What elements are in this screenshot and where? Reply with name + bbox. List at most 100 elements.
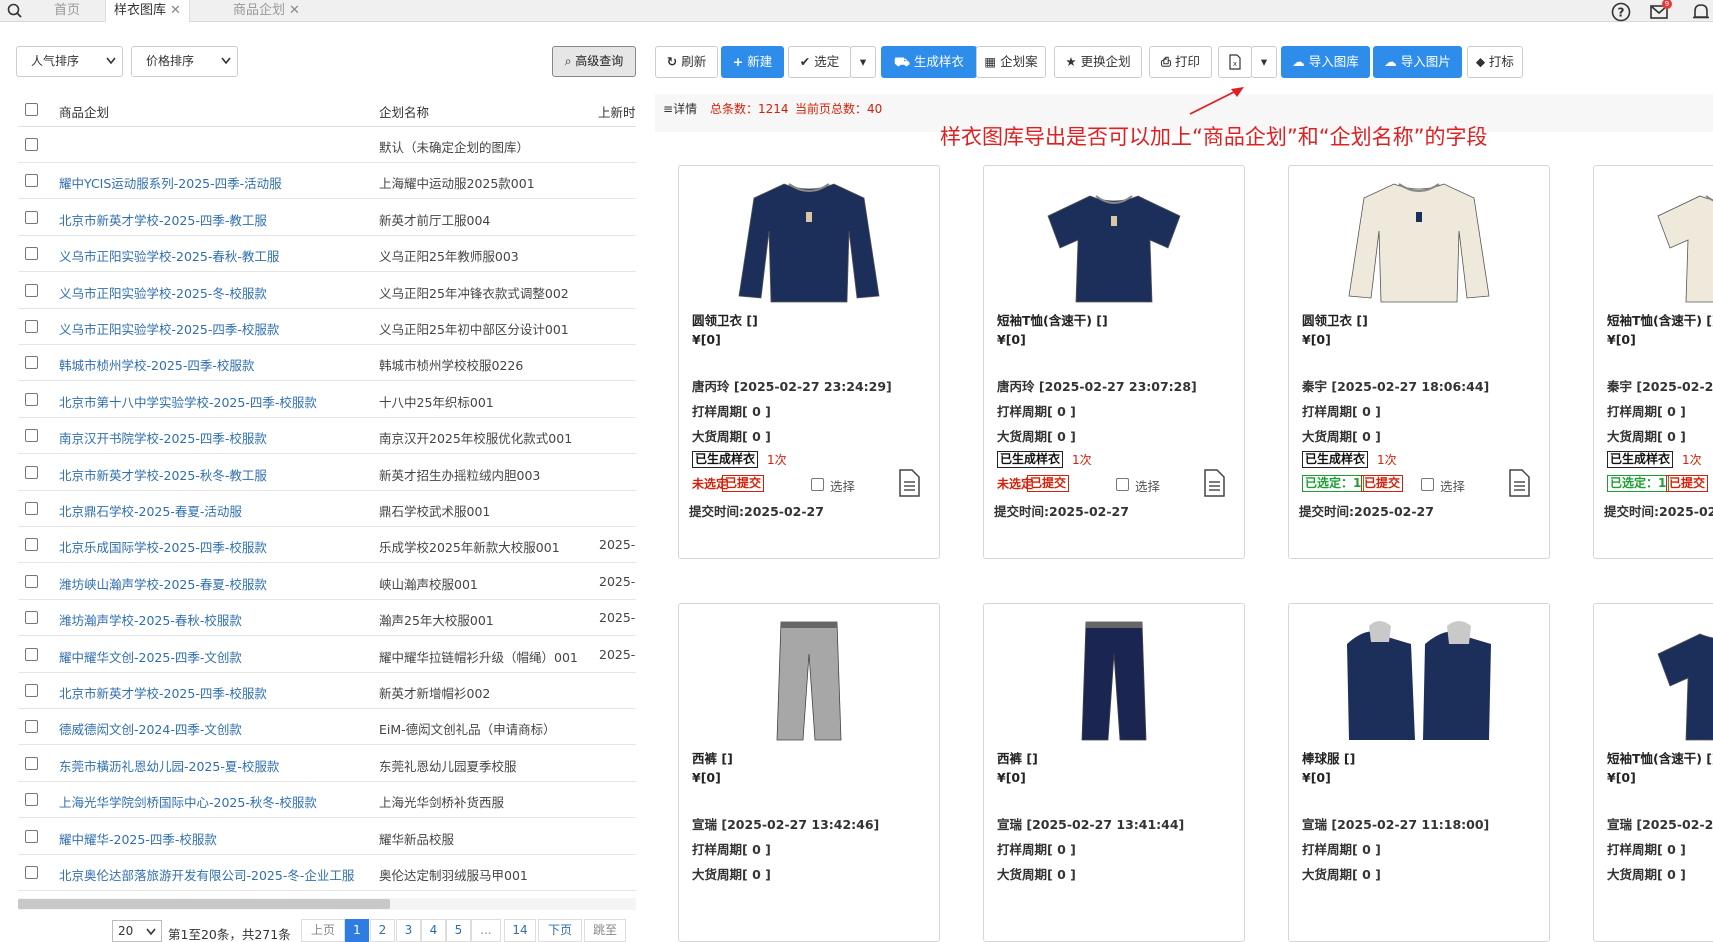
table-row[interactable]: 北京市新英才学校-2025-四季-校服款 新英才新增帽衫002 [18, 673, 636, 709]
document-icon[interactable] [1202, 469, 1226, 497]
sample-card[interactable]: 西裤 [] ¥[0] 宣瑞 [2025-02-27 13:42:46] 打样周期[ 0… [678, 603, 940, 942]
cell-plan[interactable]: 北京市新英才学校-2025-秋冬-教工服 [59, 465, 379, 484]
cell-plan[interactable]: 耀中YCIS运动服系列-2025-四季-活动服 [59, 173, 379, 192]
sample-card[interactable]: 短袖T恤(含速干) [] ¥[0] 宣瑞 [2025-02-27 打样周期[ 0 ] 大… [1593, 603, 1713, 942]
print-button[interactable]: ⎙ 打印 [1149, 46, 1212, 78]
row-checkbox[interactable] [25, 429, 38, 443]
cell-plan[interactable]: 潍坊峡山瀚声学校-2025-春夏-校服款 [59, 574, 379, 593]
table-row[interactable]: 北京市新英才学校-2025-四季-教工服 新英才前厅工服004 [18, 200, 636, 236]
cell-plan[interactable]: 北京市第十八中学实验学校-2025-四季-校服款 [59, 392, 379, 411]
row-checkbox[interactable] [25, 538, 38, 552]
cell-plan[interactable]: 南京汉开书院学校-2025-四季-校服款 [59, 428, 379, 447]
table-row[interactable]: 默认（未确定企划的图库） [18, 127, 636, 163]
column-header-name[interactable]: 企划名称 [379, 102, 429, 121]
garment-image[interactable] [729, 614, 889, 742]
cell-plan[interactable]: 北京奥伦达部落旅游开发有限公司-2025-冬-企业工服 [59, 865, 379, 884]
page-number-button[interactable]: 3 [396, 919, 421, 942]
import-gallery-button[interactable]: ☁ 导入图库 [1281, 46, 1370, 78]
page-size-select[interactable]: 20 [112, 920, 162, 942]
table-row[interactable]: 南京汉开书院学校-2025-四季-校服款 南京汉开2025年校服优化款式001 [18, 418, 636, 455]
table-row[interactable]: 义乌市正阳实验学校-2025-冬-校服款 义乌正阳25年冲锋衣款式调整002 [18, 273, 636, 309]
page-number-button[interactable]: 4 [421, 919, 446, 942]
page-number-button[interactable]: 14 [504, 919, 536, 942]
row-checkbox[interactable] [25, 138, 38, 151]
generate-sample-button[interactable]: ⛟ 生成样衣 [881, 46, 977, 78]
garment-image[interactable] [1339, 614, 1499, 742]
next-page-button[interactable]: 下页 [538, 919, 582, 942]
table-row[interactable]: 上海光华学院剑桥国际中心-2025-秋冬-校服款 上海光华剑桥补货西服 [18, 782, 636, 819]
sample-card[interactable]: 圆领卫衣 [] ¥[0] 唐丙玲 [2025-02-27 23:24:29] 打样周期… [678, 165, 940, 559]
cell-plan[interactable]: 义乌市正阳实验学校-2025-春秋-教工服 [59, 246, 379, 265]
cell-plan[interactable]: 北京鼎石学校-2025-春夏-活动服 [59, 501, 379, 520]
tag-button[interactable]: ⬥ 打标 [1467, 46, 1523, 78]
close-icon[interactable]: ✕ [170, 3, 181, 18]
help-icon[interactable]: ? [1610, 1, 1632, 23]
garment-image[interactable] [1034, 176, 1194, 304]
row-checkbox[interactable] [25, 574, 38, 588]
table-row[interactable]: 耀中耀华文创-2025-四季-文创款 耀中耀华拉链帽衫升级（帽绳）001 2025- [18, 637, 636, 673]
export-dropdown-button[interactable]: ▾ [1251, 46, 1277, 78]
card-select-checkbox[interactable] [1116, 478, 1129, 491]
refresh-button[interactable]: ↻ 刷新 [655, 46, 718, 78]
document-icon[interactable] [897, 469, 921, 497]
export-button[interactable]: x [1218, 46, 1252, 78]
row-checkbox[interactable] [25, 756, 38, 770]
sort-price-select[interactable]: 价格排序 [131, 46, 238, 77]
column-header-plan[interactable]: 商品企划 [59, 102, 109, 121]
row-checkbox[interactable] [25, 465, 38, 479]
card-select-checkbox[interactable] [811, 478, 824, 491]
table-row[interactable]: 义乌市正阳实验学校-2025-春秋-教工服 义乌正阳25年教师服003 [18, 236, 636, 273]
garment-image[interactable] [1034, 614, 1194, 742]
advanced-search-button[interactable]: ⌕ 高级查询 [552, 46, 636, 77]
search-icon[interactable] [6, 2, 24, 20]
cell-plan[interactable]: 耀中耀华-2025-四季-校服款 [59, 829, 379, 848]
table-row[interactable]: 耀中耀华-2025-四季-校服款 耀华新品校服 [18, 819, 636, 855]
change-plan-button[interactable]: ★ 更换企划 [1054, 46, 1142, 78]
table-row[interactable]: 潍坊瀚声学校-2025-春秋-校服款 瀚声25年大校服001 2025- [18, 600, 636, 637]
cell-plan[interactable]: 上海光华学院剑桥国际中心-2025-秋冬-校服款 [59, 792, 379, 811]
table-row[interactable]: 北京市第十八中学实验学校-2025-四季-校服款 十八中25年织标001 [18, 382, 636, 418]
sample-card[interactable]: 短袖T恤(含速干) [] ¥[0] 唐丙玲 [2025-02-27 23:07:28… [983, 165, 1245, 559]
row-checkbox[interactable] [25, 210, 38, 224]
sample-card[interactable]: 西裤 [] ¥[0] 宣瑞 [2025-02-27 13:41:44] 打样周期[ 0… [983, 603, 1245, 942]
row-checkbox[interactable] [25, 356, 38, 370]
page-number-button[interactable]: 2 [370, 919, 395, 942]
table-row[interactable]: 潍坊峡山瀚声学校-2025-春夏-校服款 峡山瀚声校服001 2025- [18, 564, 636, 600]
row-checkbox[interactable] [25, 611, 38, 625]
cell-plan[interactable]: 北京乐成国际学校-2025-四季-校服款 [59, 537, 379, 556]
cell-plan[interactable]: 北京市新英才学校-2025-四季-校服款 [59, 683, 379, 702]
row-checkbox[interactable] [25, 647, 38, 661]
cell-plan[interactable]: 德威德闳文创-2024-四季-文创款 [59, 719, 379, 738]
row-checkbox[interactable] [25, 502, 38, 515]
sort-popularity-select[interactable]: 人气排序 [16, 46, 123, 77]
table-row[interactable]: 韩城市桢州学校-2025-四季-校服款 韩城市桢州学校校服0226 [18, 345, 636, 382]
garment-image[interactable] [1644, 176, 1713, 304]
table-row[interactable]: 义乌市正阳实验学校-2025-四季-校服款 义乌正阳25年初中部区分设计001 [18, 309, 636, 345]
cell-plan[interactable]: 东莞市橫沥礼恩幼儿园-2025-夏-校服款 [59, 756, 379, 775]
row-checkbox[interactable] [25, 283, 38, 297]
garment-image[interactable] [1339, 176, 1499, 304]
select-button[interactable]: ✔ 选定 [788, 46, 851, 78]
cell-plan[interactable]: 潍坊瀚声学校-2025-春秋-校服款 [59, 610, 379, 629]
select-dropdown-button[interactable]: ▾ [850, 46, 876, 78]
mail-button[interactable]: 9 [1648, 0, 1674, 23]
sample-card[interactable]: 圆领卫衣 [] ¥[0] 秦宇 [2025-02-27 18:06:44] 打样周期[… [1288, 165, 1550, 559]
row-checkbox[interactable] [25, 829, 38, 843]
bell-icon[interactable] [1690, 1, 1712, 23]
cell-plan[interactable]: 义乌市正阳实验学校-2025-四季-校服款 [59, 319, 379, 338]
row-checkbox[interactable] [25, 174, 38, 188]
row-checkbox[interactable] [25, 793, 38, 807]
table-row[interactable]: 北京鼎石学校-2025-春夏-活动服 鼎石学校武术服001 [18, 491, 636, 527]
garment-image[interactable] [729, 176, 889, 304]
cell-plan[interactable]: 义乌市正阳实验学校-2025-冬-校服款 [59, 283, 379, 302]
document-icon[interactable] [1507, 469, 1531, 497]
column-header-date[interactable]: 上新时 [598, 102, 636, 121]
select-all-checkbox[interactable] [25, 103, 38, 116]
row-checkbox[interactable] [25, 866, 38, 879]
new-button[interactable]: + 新建 [721, 46, 784, 78]
tab-home[interactable]: 首页 [46, 0, 88, 22]
import-image-button[interactable]: ☁ 导入图片 [1373, 46, 1462, 78]
row-checkbox[interactable] [25, 720, 38, 734]
plan-case-button[interactable]: ▦ 企划案 [976, 46, 1046, 78]
table-row[interactable]: 德威德闳文创-2024-四季-文创款 EiM-德闳文创礼品（申请商标） [18, 709, 636, 746]
